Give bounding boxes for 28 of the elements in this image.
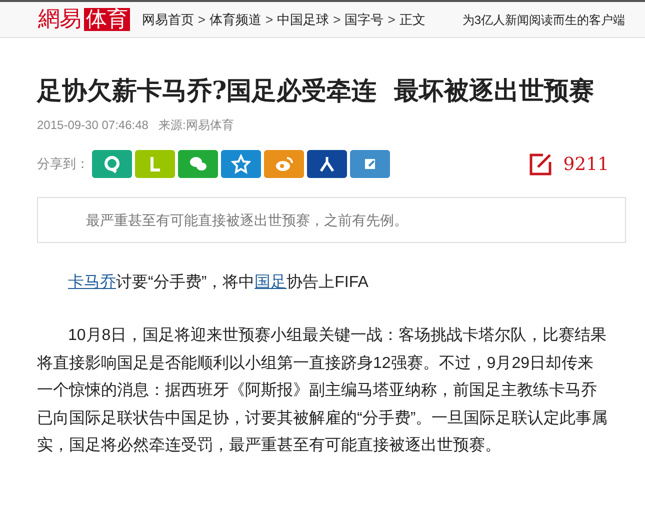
breadcrumb-separator: > (266, 10, 274, 29)
q-letter-icon (102, 154, 122, 174)
star-icon (231, 154, 251, 174)
comment-edit-icon (529, 152, 554, 176)
share-label: 分享到： (37, 155, 89, 174)
article-title: 足协欠薪卡马乔?国足必受牵连 最坏被逐出世预赛 (37, 76, 596, 106)
breadcrumb-separator: > (388, 10, 396, 29)
source-label: 来源:网易体育 (158, 117, 234, 134)
share-button[interactable] (307, 150, 347, 178)
summary-text: 最严重甚至有可能直接被逐出世预赛，之前有先例。 (86, 210, 408, 230)
publish-date: 2015-09-30 07:46:48 (37, 117, 148, 134)
share-button[interactable] (221, 150, 261, 178)
logo[interactable]: 網易 体育 (38, 8, 130, 32)
comment-link[interactable]: 9211 (529, 150, 609, 178)
inline-link[interactable]: 卡马乔 (68, 274, 116, 291)
breadcrumb-link[interactable]: 正文 (399, 10, 426, 30)
breadcrumb-link[interactable]: 国字号 (344, 10, 384, 30)
breadcrumb-separator: > (198, 10, 206, 29)
person-icon (317, 154, 337, 174)
breadcrumb-link[interactable]: 体育频道 (210, 10, 262, 30)
breadcrumb-link[interactable]: 网易首页 (142, 10, 194, 30)
app-promo-link[interactable]: 为3亿人新闻阅读而生的客户端 (462, 10, 625, 28)
body-paragraph: 10月8日，国足将迎来世预赛小组最关键一战：客场挑战卡塔尔队，比赛结果将直接影响国足是否能顺利以小组第一直接跻身12强赛。不过，9月29日却传来一个惊悚的消息：据西班牙《阿斯报》副主编马塔亚纳称，前国足主教练卡马乔已向国际足联状告中国足协，讨要其被解雇的“分手费”。一旦国际足联认定此事属实，国足将必然牵连受罚，最严重甚至有可能直接被逐出世预赛。 (37, 326, 609, 456)
paragraph-text: 协告上FIFA (286, 274, 368, 291)
breadcrumb-separator: > (333, 10, 341, 29)
paragraph-text: 讨要“分手费”，将中 (116, 274, 255, 291)
breadcrumb-link[interactable]: 中国足球 (277, 10, 330, 30)
inline-link[interactable]: 国足 (254, 274, 287, 291)
